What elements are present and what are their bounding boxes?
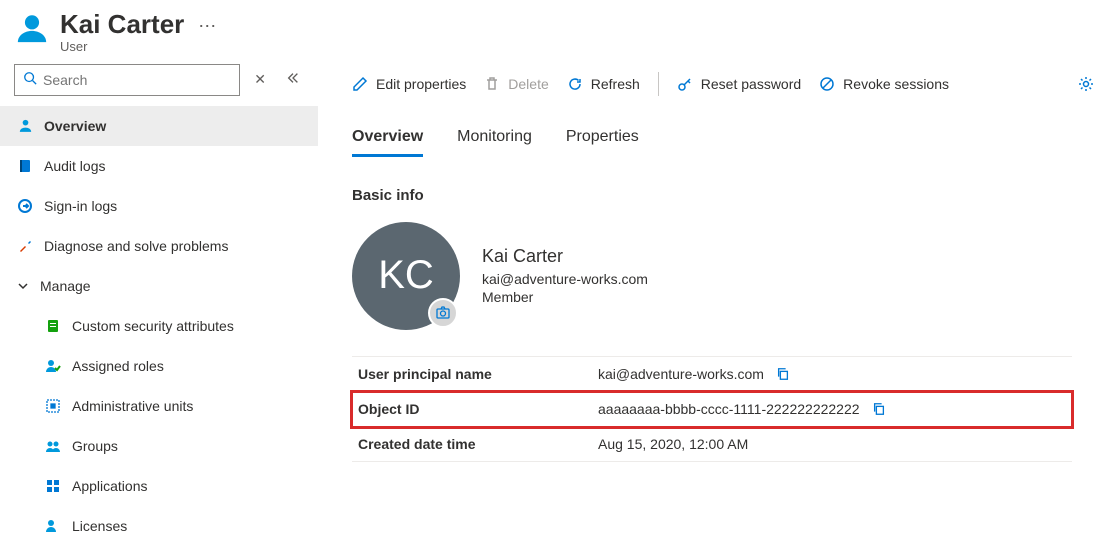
grid-icon [44,477,62,495]
profile-info: Kai Carter kai@adventure-works.com Membe… [482,246,648,305]
sidebar-item-applications[interactable]: Applications [0,466,318,506]
wrench-icon [16,237,34,255]
cmd-label: Edit properties [376,76,466,92]
sidebar-item-label: Diagnose and solve problems [44,238,228,254]
collapse-sidebar-button[interactable] [280,65,306,94]
sidebar-item-label: Administrative units [72,398,193,414]
key-icon [677,76,693,92]
org-icon [44,397,62,415]
row-upn: User principal name kai@adventure-works.… [352,356,1072,392]
main-content: Edit properties Delete Refresh [318,60,1100,550]
chevron-down-icon [16,280,30,292]
profile-initials: KC [378,253,434,298]
sidebar-item-label: Sign-in logs [44,198,117,214]
sidebar-item-assigned-roles[interactable]: Assigned roles [0,346,318,386]
object-id-value: aaaaaaaa-bbbb-cccc-1111-222222222222 [598,401,860,417]
copy-object-id-button[interactable] [872,402,886,416]
user-avatar-icon [14,10,50,46]
row-object-id: Object ID aaaaaaaa-bbbb-cccc-1111-222222… [352,392,1072,427]
refresh-button[interactable]: Refresh [567,76,640,92]
user-icon [16,117,34,135]
delete-button: Delete [484,76,548,92]
sidebar-item-overview[interactable]: Overview [0,106,318,146]
sidebar-item-custom-security[interactable]: Custom security attributes [0,306,318,346]
sidebar-item-label: Audit logs [44,158,105,174]
sidebar-item-audit-logs[interactable]: Audit logs [0,146,318,186]
user-check-icon [44,357,62,375]
settings-button[interactable] [1078,76,1094,92]
profile-email: kai@adventure-works.com [482,271,648,287]
created-label: Created date time [358,436,598,452]
sidebar-item-label: Manage [40,278,91,294]
sidebar-item-label: Overview [44,118,106,134]
separator [658,72,659,96]
row-created: Created date time Aug 15, 2020, 12:00 AM [352,427,1072,462]
document-icon [44,317,62,335]
page-header: Kai Carter User ⋯ [0,0,1100,60]
book-icon [16,157,34,175]
cmd-label: Refresh [591,76,640,92]
object-id-label: Object ID [358,401,598,417]
sidebar-item-label: Groups [72,438,118,454]
edit-properties-button[interactable]: Edit properties [352,76,466,92]
tab-monitoring[interactable]: Monitoring [457,128,532,157]
copy-upn-button[interactable] [776,367,790,381]
command-bar: Edit properties Delete Refresh [352,60,1100,108]
block-icon [819,76,835,92]
page-title: Kai Carter [60,10,184,39]
cmd-label: Revoke sessions [843,76,949,92]
sidebar-item-signin-logs[interactable]: Sign-in logs [0,186,318,226]
sidebar: ✕ Overview Audit logs [0,60,318,550]
profile-name: Kai Carter [482,246,648,267]
search-icon [23,71,37,88]
search-input[interactable] [43,72,231,88]
people-icon [44,437,62,455]
signin-icon [16,197,34,215]
license-icon [44,517,62,535]
sidebar-item-label: Applications [72,478,148,494]
sidebar-item-manage[interactable]: Manage [0,266,318,306]
revoke-sessions-button[interactable]: Revoke sessions [819,76,949,92]
cmd-label: Reset password [701,76,801,92]
properties-table: User principal name kai@adventure-works.… [352,356,1072,462]
sidebar-item-diagnose[interactable]: Diagnose and solve problems [0,226,318,266]
search-clear-button[interactable]: ✕ [248,65,272,94]
reset-password-button[interactable]: Reset password [677,76,801,92]
more-menu-button[interactable]: ⋯ [194,10,220,43]
gear-icon [1078,76,1094,92]
profile-block: KC Kai Carter kai@adventure-works.com Me… [352,222,1100,330]
change-photo-button[interactable] [428,298,458,328]
created-value: Aug 15, 2020, 12:00 AM [598,436,748,452]
profile-member-type: Member [482,289,648,305]
upn-label: User principal name [358,366,598,382]
cmd-label: Delete [508,76,548,92]
sidebar-item-groups[interactable]: Groups [0,426,318,466]
refresh-icon [567,76,583,92]
sidebar-search[interactable] [14,64,240,96]
tab-overview[interactable]: Overview [352,128,423,157]
basic-info-heading: Basic info [352,187,1100,204]
upn-value: kai@adventure-works.com [598,366,764,382]
sidebar-item-label: Custom security attributes [72,318,234,334]
tab-bar: Overview Monitoring Properties [352,128,1100,157]
profile-avatar: KC [352,222,460,330]
sidebar-item-licenses[interactable]: Licenses [0,506,318,546]
pencil-icon [352,76,368,92]
sidebar-item-admin-units[interactable]: Administrative units [0,386,318,426]
tab-properties[interactable]: Properties [566,128,639,157]
sidebar-item-label: Assigned roles [72,358,164,374]
sidebar-item-label: Licenses [72,518,127,534]
page-subtitle: User [60,39,184,54]
trash-icon [484,76,500,92]
